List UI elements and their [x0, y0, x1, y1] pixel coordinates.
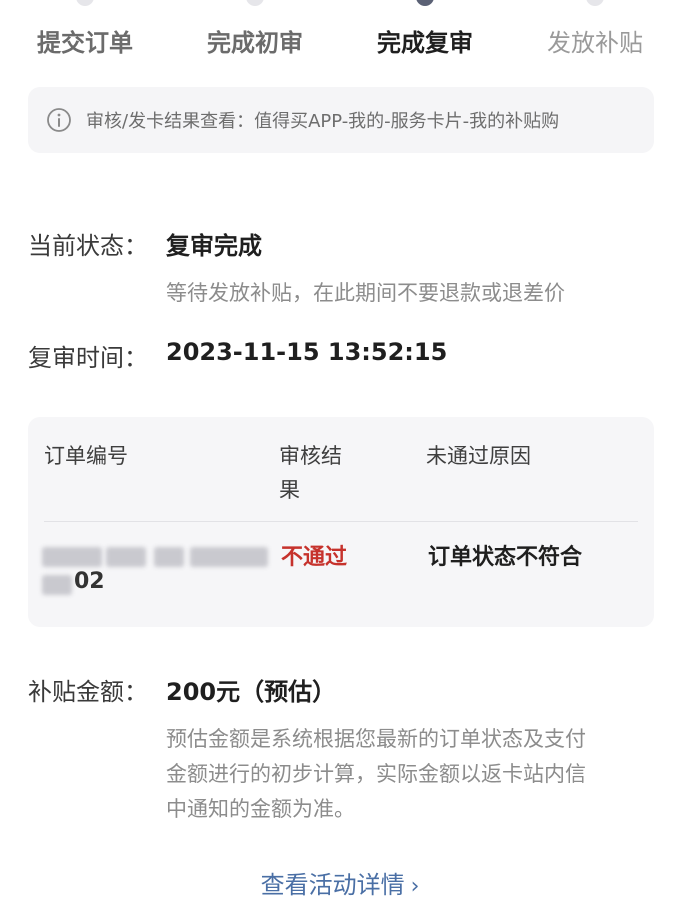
subsidy-desc-line-2: 金额进行的初步计算，实际金额以返卡站内信	[166, 762, 586, 786]
step-dot-1	[76, 0, 94, 6]
status-hint: 等待发放补贴，在此期间不要退款或退差价	[166, 281, 565, 305]
step-second-review: 完成复审	[377, 29, 473, 57]
header-reject-reason: 未通过原因	[426, 444, 531, 468]
view-activity-details-link[interactable]: 查看活动详情 ›	[0, 865, 680, 900]
info-icon	[47, 108, 71, 132]
header-order-number: 订单编号	[44, 444, 128, 468]
subsidy-desc-line-3: 中通知的金额为准。	[166, 797, 355, 821]
chevron-right-icon: ›	[410, 874, 420, 899]
progress-steps: 提交订单 完成初审 完成复审 发放补贴	[0, 26, 680, 66]
notice-text: 审核/发卡结果查看：值得买APP-我的-服务卡片-我的补贴购	[86, 111, 560, 132]
subsidy-desc-line-1: 预估金额是系统根据您最新的订单状态及支付	[166, 727, 586, 751]
order-number-tail: 02	[74, 569, 105, 594]
step-dot-3-active	[416, 0, 434, 6]
step-submit-order: 提交订单	[37, 29, 133, 57]
status-label: 当前状态：	[28, 232, 148, 260]
review-time-label: 复审时间：	[28, 344, 148, 372]
status-value: 复审完成	[166, 232, 262, 260]
progress-dots	[0, 0, 680, 6]
subsidy-label: 补贴金额：	[28, 678, 148, 706]
step-dot-2	[246, 0, 264, 6]
step-issue-subsidy: 发放补贴	[547, 29, 643, 57]
step-first-review: 完成初审	[207, 29, 303, 57]
review-time-value: 2023-11-15 13:52:15	[166, 338, 448, 366]
review-result-value: 不通过	[281, 545, 348, 570]
notice-banner: 审核/发卡结果查看：值得买APP-我的-服务卡片-我的补贴购	[28, 87, 654, 153]
reject-reason-value: 订单状态不符合	[428, 545, 583, 570]
subsidy-value: 200元（预估）	[166, 678, 337, 706]
step-dot-4	[586, 0, 604, 6]
table-divider	[44, 521, 638, 522]
view-activity-details-label: 查看活动详情	[260, 871, 405, 899]
header-review-result: 审核结 果	[279, 444, 342, 502]
review-result-table: 订单编号 审核结 果 未通过原因 02 不通过 订单状态不符合	[28, 417, 654, 627]
